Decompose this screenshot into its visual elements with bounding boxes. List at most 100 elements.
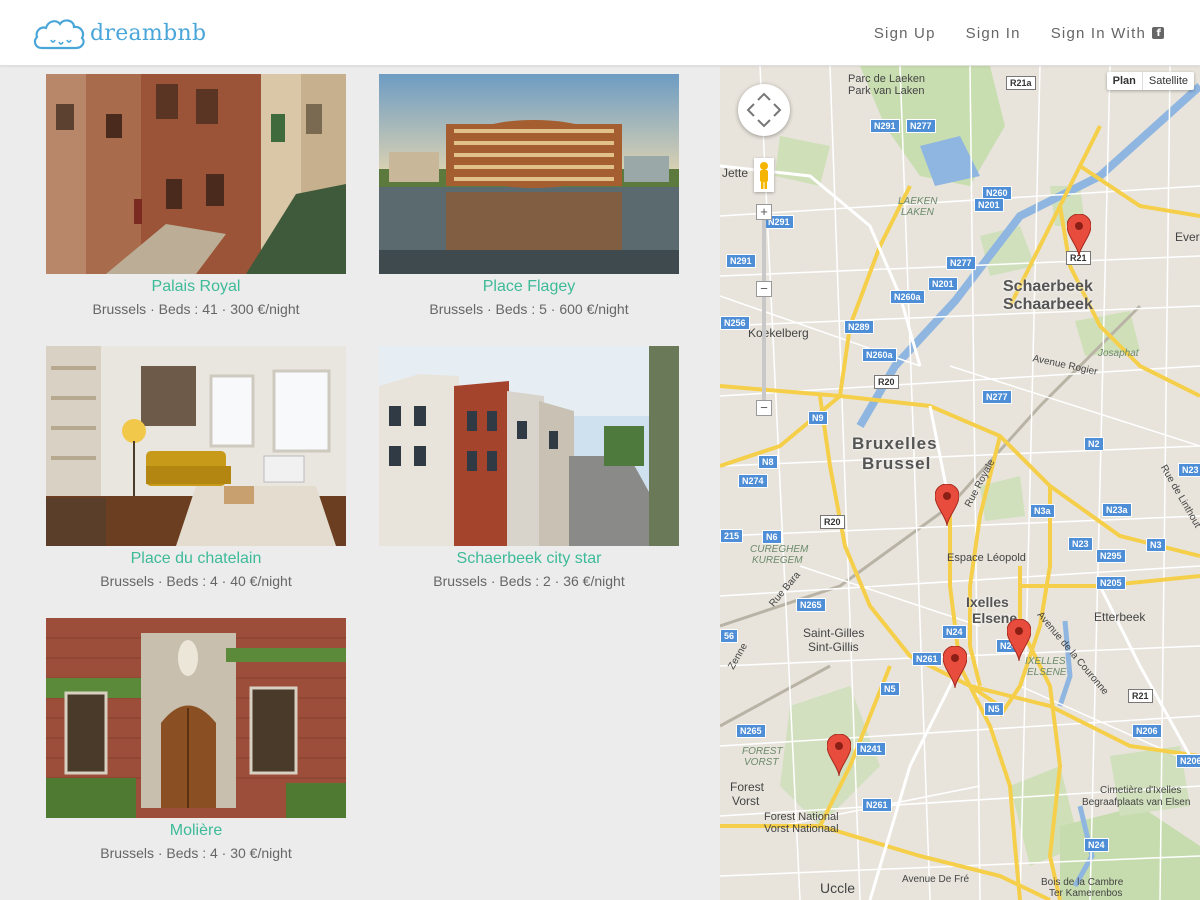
street-view-pegman-icon[interactable] xyxy=(754,158,774,192)
map-label-avenue-de-fre: Avenue De Fré xyxy=(902,874,970,885)
map-label-schaerbeek: Schaerbeek xyxy=(1003,278,1093,295)
road-shield: N8 xyxy=(758,455,778,469)
sign-in-link[interactable]: Sign In xyxy=(966,25,1021,42)
road-shield: N5 xyxy=(880,682,900,696)
zoom-out-button[interactable]: − xyxy=(756,400,772,416)
listing-marker[interactable] xyxy=(1066,213,1092,257)
zoom-slider-track[interactable] xyxy=(762,216,766,406)
nav-links: Sign Up Sign In Sign In With f xyxy=(844,0,1164,66)
road-shield: N277 xyxy=(906,119,936,133)
map-type-satellite-button[interactable]: Satellite xyxy=(1143,72,1194,90)
listing-photo[interactable] xyxy=(46,346,346,546)
map-pin-icon xyxy=(1006,618,1032,662)
map-label-begraafplaats: Begraafplaats van Elsen xyxy=(1082,797,1191,808)
road-shield: N5 xyxy=(984,702,1004,716)
map-label-elsene-small: ELSENE xyxy=(1027,667,1067,678)
road-shield: N24 xyxy=(1084,838,1109,852)
road-shield: N205 xyxy=(1096,576,1126,590)
map-label-park-van-laken: Park van Laken xyxy=(848,85,925,97)
listing-meta: Brussels · Beds : 2 · 36 €/night xyxy=(433,573,625,589)
road-shield: N24 xyxy=(942,625,967,639)
road-shield: N274 xyxy=(738,474,768,488)
road-shield: R21a xyxy=(1006,76,1036,90)
living-room-photo xyxy=(46,346,346,546)
map-label-uccle: Uccle xyxy=(820,880,856,896)
map-label-espace-leopold: Espace Léopold xyxy=(947,552,1026,564)
map-label-forest: Forest xyxy=(730,780,765,794)
brand-logo[interactable]: dreambnb xyxy=(32,14,206,52)
facebook-icon: f xyxy=(1152,27,1164,39)
listing-name[interactable]: Place du chatelain xyxy=(46,550,346,568)
pan-arrows-icon xyxy=(746,92,782,128)
listing-card: Molière Brussels · Beds : 4 · 30 €/night xyxy=(46,618,346,861)
map-label-forest-national: Forest National xyxy=(764,811,839,823)
map-pin-icon xyxy=(1066,213,1092,257)
canal-street-photo xyxy=(46,74,346,274)
map-label-vorst: Vorst xyxy=(732,794,760,808)
road-shield: R21 xyxy=(1128,689,1153,703)
map-label-cimetiere: Cimetière d'Ixelles xyxy=(1100,785,1182,796)
road-shield: N291 xyxy=(870,119,900,133)
map[interactable]: Parc de Laeken Park van Laken Jette LAEK… xyxy=(720,66,1200,900)
map-label-vorst-nationaal: Vorst Nationaal xyxy=(764,823,839,835)
road-shield: N261 xyxy=(912,652,942,666)
map-type-toggle: Plan Satellite xyxy=(1106,72,1194,90)
listing-name[interactable]: Palais Royal xyxy=(46,278,346,296)
map-label-bruxelles: Bruxelles xyxy=(852,434,938,453)
zoom-slider-handle[interactable]: − xyxy=(756,281,772,297)
street-view-photo xyxy=(379,346,679,546)
map-type-plan-button[interactable]: Plan xyxy=(1107,72,1143,90)
map-pin-icon xyxy=(934,483,960,527)
road-shield: N206 xyxy=(1132,724,1162,738)
listing-marker[interactable] xyxy=(1006,618,1032,662)
road-shield: N9 xyxy=(808,411,828,425)
road-shield: 56 xyxy=(720,629,739,643)
map-label-schaarbeek: Schaarbeek xyxy=(1003,296,1093,313)
listing-photo[interactable] xyxy=(46,618,346,818)
road-shield: R20 xyxy=(874,375,899,389)
listing-photo[interactable] xyxy=(379,74,679,274)
road-shield: N23 xyxy=(1068,537,1093,551)
road-shield: N277 xyxy=(946,256,976,270)
sign-up-link[interactable]: Sign Up xyxy=(874,25,936,42)
top-navbar: dreambnb Sign Up Sign In Sign In With f xyxy=(0,0,1200,66)
road-shield: R20 xyxy=(820,515,845,529)
road-shield: N2 xyxy=(1084,437,1104,451)
listing-marker[interactable] xyxy=(826,733,852,777)
map-pin-icon xyxy=(942,645,968,689)
listing-name[interactable]: Molière xyxy=(46,822,346,840)
map-label-bois-de-la-cambre: Bois de la Cambre xyxy=(1041,877,1124,888)
road-shield: 215 xyxy=(720,529,744,543)
map-label-laeken: LAEKEN xyxy=(898,196,938,207)
listing-marker[interactable] xyxy=(934,483,960,527)
map-label-ever: Ever xyxy=(1175,230,1200,244)
map-label-laken: LAKEN xyxy=(901,207,934,218)
listing-name[interactable]: Place Flagey xyxy=(379,278,679,296)
road-shield: N260a xyxy=(862,348,897,362)
sign-in-with-facebook-link[interactable]: Sign In With f xyxy=(1051,25,1164,42)
listing-photo[interactable] xyxy=(46,74,346,274)
listing-meta: Brussels · Beds : 4 · 30 €/night xyxy=(100,845,292,861)
road-shield: N261 xyxy=(862,798,892,812)
road-shield: N241 xyxy=(856,742,886,756)
pan-control[interactable] xyxy=(738,84,790,136)
zoom-in-button[interactable]: + xyxy=(756,204,772,220)
map-label-kuregem: KUREGEM xyxy=(752,555,803,566)
road-shield: N3a xyxy=(1030,504,1055,518)
road-shield: N295 xyxy=(1096,549,1126,563)
map-label-koekelberg: Koekelberg xyxy=(748,326,809,340)
listing-card: Place du chatelain Brussels · Beds : 4 ·… xyxy=(46,346,346,589)
map-label-ixelles-small: IXELLES xyxy=(1025,656,1066,667)
listing-meta: Brussels · Beds : 41 · 300 €/night xyxy=(92,301,300,317)
listing-photo[interactable] xyxy=(379,346,679,546)
road-shield: N206 xyxy=(1176,754,1200,768)
map-base-layer xyxy=(720,66,1200,900)
map-label-ixelles: Ixelles xyxy=(966,594,1009,610)
listing-marker[interactable] xyxy=(942,645,968,689)
listing-name[interactable]: Schaerbeek city star xyxy=(379,550,679,568)
listing-meta: Brussels · Beds : 5 · 600 €/night xyxy=(429,301,629,317)
cloud-logo-icon xyxy=(33,19,85,50)
sign-in-with-label: Sign In With xyxy=(1050,24,1146,42)
map-label-sint-gillis: Sint-Gillis xyxy=(808,640,859,654)
listing-card: Place Flagey Brussels · Beds : 5 · 600 €… xyxy=(379,74,679,317)
